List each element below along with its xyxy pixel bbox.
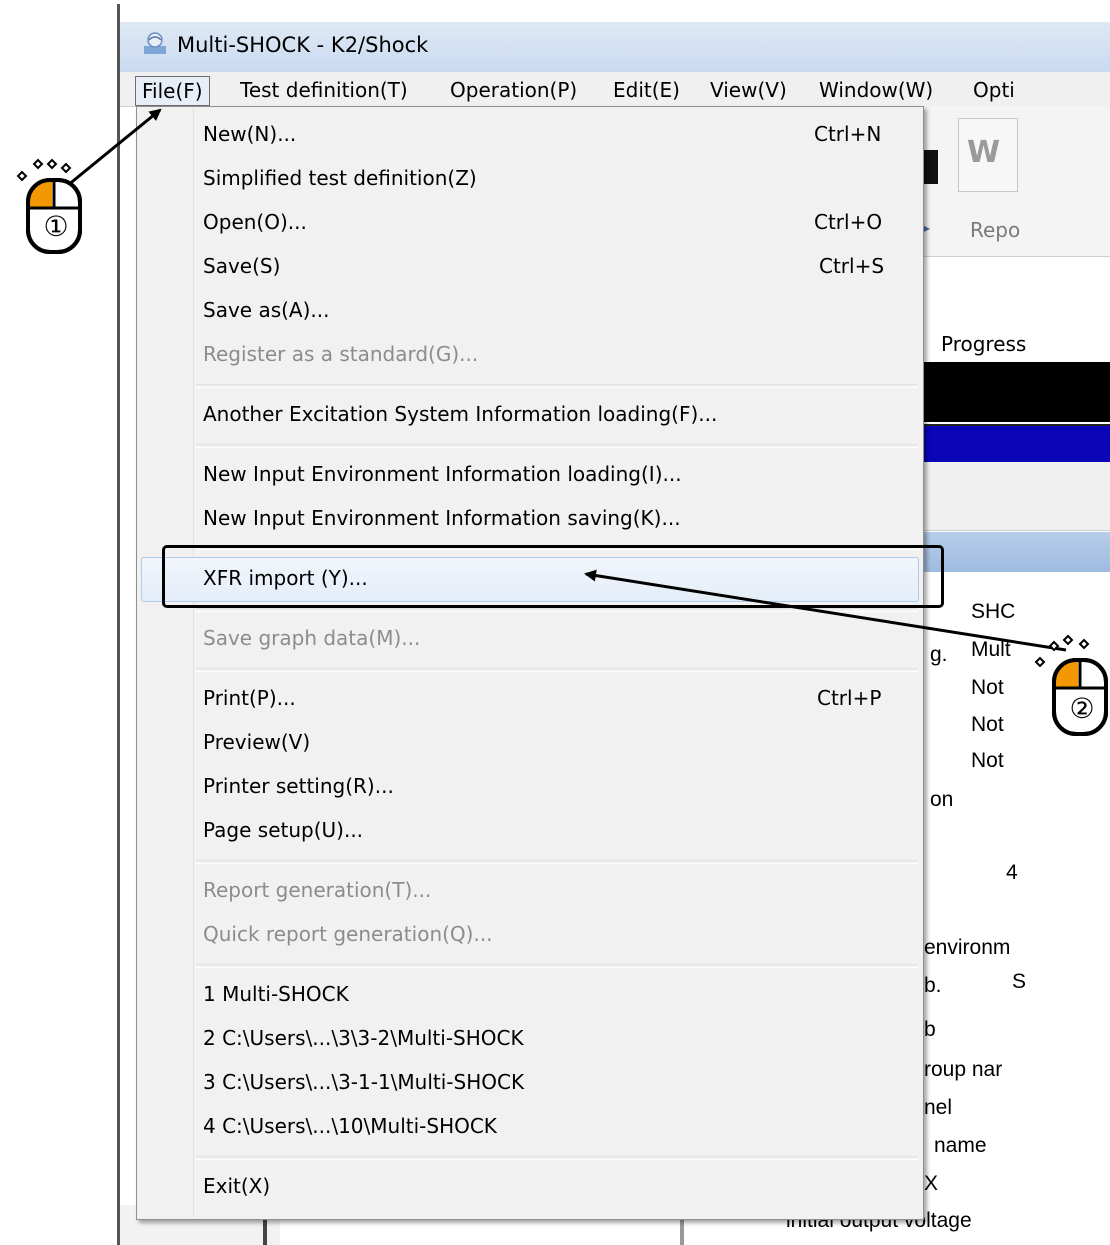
info-text: SHC <box>971 600 1016 623</box>
shortcut-open: Ctrl+O <box>814 210 883 234</box>
menu-item-save-input-env[interactable]: New Input Environment Information saving… <box>203 504 681 532</box>
menu-item-recent-2[interactable]: 2 C:\Users\...\3\3-2\Multi-SHOCK <box>203 1024 524 1052</box>
menu-test-definition[interactable]: Test definition(T) <box>235 76 413 104</box>
info-text: b. <box>924 974 942 997</box>
menu-item-report-generation: Report generation(T)... <box>203 878 432 902</box>
xfr-callout-box <box>162 545 944 608</box>
menu-item-save-as[interactable]: Save as(A)... <box>203 296 329 324</box>
panel-divider <box>920 462 1110 531</box>
info-text: b <box>924 1018 936 1041</box>
info-text: g. <box>930 643 948 666</box>
info-text: Not <box>971 713 1004 736</box>
shortcut-print: Ctrl+P <box>817 686 882 710</box>
menu-operation[interactable]: Operation(P) <box>445 76 582 104</box>
menu-item-open[interactable]: Open(O)... <box>203 208 307 236</box>
info-text: name <box>934 1134 987 1157</box>
report-button-label[interactable]: Repo <box>970 218 1020 242</box>
info-text: 4 <box>1006 861 1018 884</box>
toolbar-icon-fragment <box>924 150 938 184</box>
info-text: environm <box>924 936 1011 959</box>
menu-item-preview[interactable]: Preview(V) <box>203 728 310 756</box>
shortcut-save: Ctrl+S <box>819 254 885 278</box>
info-text: X <box>924 1172 939 1195</box>
menu-item-load-excitation-info[interactable]: Another Excitation System Information lo… <box>203 400 717 428</box>
menu-separator <box>196 1156 918 1160</box>
menu-options[interactable]: Opti <box>968 76 1020 104</box>
menu-item-exit[interactable]: Exit(X) <box>203 1172 270 1200</box>
shortcut-new: Ctrl+N <box>814 122 882 146</box>
menu-item-page-setup[interactable]: Page setup(U)... <box>203 816 363 844</box>
menu-item-quick-report: Quick report generation(Q)... <box>203 922 493 946</box>
info-text: Not <box>971 676 1004 699</box>
menu-icon-gutter <box>137 107 194 1217</box>
menu-item-print[interactable]: Print(P)... <box>203 684 296 712</box>
info-text: nel <box>924 1096 953 1119</box>
menu-item-load-input-env[interactable]: New Input Environment Information loadin… <box>203 460 682 488</box>
menu-view[interactable]: View(V) <box>705 76 792 104</box>
menu-separator <box>196 608 918 612</box>
menu-window[interactable]: Window(W) <box>814 76 938 104</box>
info-text: roup nar <box>924 1058 1003 1081</box>
menu-item-simplified-test-definition[interactable]: Simplified test definition(Z) <box>203 164 477 192</box>
app-logo-icon <box>144 32 166 54</box>
menu-edit[interactable]: Edit(E) <box>608 76 685 104</box>
menu-item-new[interactable]: New(N)... <box>203 120 296 148</box>
info-text: Mult <box>971 638 1011 661</box>
menu-item-recent-3[interactable]: 3 C:\Users\...\3-1-1\Multi-SHOCK <box>203 1068 524 1096</box>
info-text: S <box>1012 970 1027 993</box>
menu-separator <box>196 668 918 672</box>
menu-item-recent-1[interactable]: 1 Multi-SHOCK <box>203 980 349 1008</box>
progress-header: Progress <box>941 332 1027 356</box>
info-panel-header <box>920 532 1110 572</box>
progress-bar <box>920 424 1110 464</box>
status-panel-black <box>920 362 1110 422</box>
menu-separator <box>196 860 918 864</box>
menu-item-printer-setting[interactable]: Printer setting(R)... <box>203 772 394 800</box>
menu-separator <box>196 444 918 448</box>
step-number-1: ① <box>43 210 69 243</box>
menu-separator <box>196 964 918 968</box>
report-word-icon[interactable]: W <box>958 118 1018 192</box>
menu-item-save-graph-data: Save graph data(M)... <box>203 626 421 650</box>
menu-item-recent-4[interactable]: 4 C:\Users\...\10\Multi-SHOCK <box>203 1112 497 1140</box>
menu-item-save[interactable]: Save(S) <box>203 252 280 280</box>
menu-separator <box>196 384 918 388</box>
info-text: Not <box>971 749 1004 772</box>
menu-item-register-standard: Register as a standard(G)... <box>203 342 479 366</box>
menu-file[interactable]: File(F) <box>135 76 210 106</box>
word-letter: W <box>967 135 1001 170</box>
window-title: Multi-SHOCK - K2/Shock <box>177 33 429 57</box>
step-number-2: ② <box>1069 692 1095 725</box>
info-text: on <box>930 788 954 811</box>
